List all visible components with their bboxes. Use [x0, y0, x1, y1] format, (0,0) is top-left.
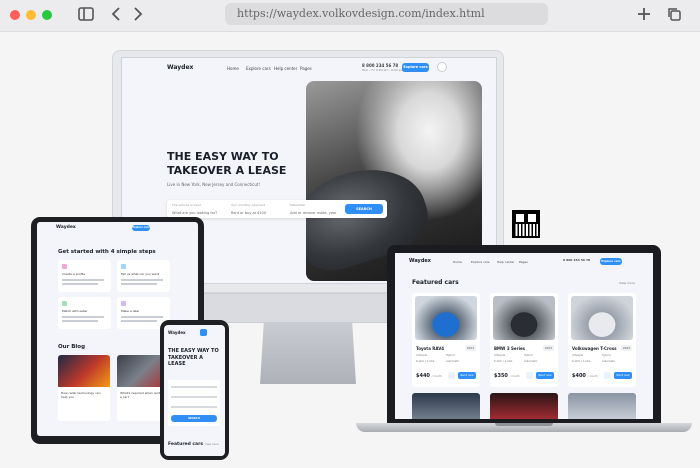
featured-title: Featured cars	[412, 279, 459, 286]
phone-search-panel: SEARCH	[168, 380, 220, 426]
laptop-logo[interactable]: Waydex	[409, 258, 431, 264]
car-card[interactable]: BMW 3 Series 2023 4 People Hybrid 6.1km …	[490, 293, 558, 387]
phone-search-button[interactable]: SEARCH	[171, 415, 217, 422]
forward-icon[interactable]	[128, 6, 148, 26]
minimize-window-button[interactable]	[26, 10, 36, 20]
search-field-type[interactable]: The vehicle is free? What are you looking…	[172, 203, 217, 215]
step-card: Match with seller	[58, 297, 111, 329]
car-card[interactable]: Volkswagen T-Cross 2023 4 People Hybrid …	[568, 293, 636, 387]
laptop-nav-home[interactable]: Home	[453, 260, 462, 264]
close-window-button[interactable]	[10, 10, 20, 20]
search-field-make[interactable]: Make/Year Add or recover make, year	[290, 203, 337, 215]
phone-hero-title: THE EASY WAY TO TAKEOVER A LEASE	[168, 348, 219, 367]
hero-subtitle: Live in New York, New Jersey and Connect…	[167, 182, 261, 187]
nav-pages[interactable]: Pages	[300, 66, 312, 71]
tablet-logo[interactable]: Waydex	[56, 225, 76, 230]
car-card-partial[interactable]	[568, 393, 636, 419]
explore-cars-button[interactable]: Explore cars	[402, 63, 429, 72]
browser-toolbar: https://waydex.volkovdesign.com/index.ht…	[0, 0, 700, 32]
favorite-icon[interactable]	[448, 372, 455, 379]
rent-now-button[interactable]: Rent now	[458, 372, 476, 379]
search-field-payment[interactable]: Your monthly payment Rent or buy at $100	[231, 203, 266, 215]
phone-featured-title: Featured cars	[168, 442, 203, 447]
car-card-partial[interactable]	[490, 393, 558, 419]
monitor-stand	[260, 322, 356, 384]
blog-card[interactable]: How radar technology can help you	[58, 355, 110, 421]
rent-now-button[interactable]: Rent now	[614, 372, 632, 379]
laptop-notch	[495, 423, 553, 426]
search-panel: The vehicle is free? What are you looking…	[167, 200, 387, 218]
blog-title: Our Blog	[58, 344, 86, 350]
tab-overview-icon[interactable]	[664, 6, 684, 26]
qr-code	[512, 210, 540, 238]
step-card: Create a profile	[58, 260, 111, 292]
step-card: Tell us what car you want	[117, 260, 170, 292]
laptop-nav-explore[interactable]: Explore cars	[471, 260, 490, 264]
rent-now-button[interactable]: Rent now	[536, 372, 554, 379]
header-hours: Mon - Fri 9:00 am - 6:00 pm	[362, 68, 404, 72]
user-icon[interactable]	[437, 62, 447, 72]
nav-home[interactable]: Home	[227, 66, 239, 71]
menu-icon[interactable]	[200, 329, 207, 336]
site-logo[interactable]: Waydex	[167, 64, 193, 71]
view-more-link[interactable]: View more	[619, 281, 635, 285]
sidebar-toggle-icon[interactable]	[76, 6, 96, 26]
laptop-nav-pages[interactable]: Pages	[519, 260, 528, 264]
car-image	[493, 296, 555, 340]
address-bar[interactable]: https://waydex.volkovdesign.com/index.ht…	[225, 3, 548, 25]
tablet-cta-button[interactable]: Explore cars	[132, 225, 150, 231]
maximize-window-button[interactable]	[42, 10, 52, 20]
car-card[interactable]: Toyota RAV4 2023 4 People Hybrid 6.1km /…	[412, 293, 480, 387]
nav-explore[interactable]: Explore cars	[246, 66, 271, 71]
back-icon[interactable]	[106, 6, 126, 26]
hero-title: THE EASY WAY TO TAKEOVER A LEASE	[167, 150, 287, 177]
phone-logo[interactable]: Waydex	[168, 330, 186, 335]
nav-help[interactable]: Help center	[274, 66, 297, 71]
new-tab-icon[interactable]	[634, 6, 654, 26]
search-button[interactable]: SEARCH	[345, 204, 383, 214]
laptop-nav-help[interactable]: Help center	[497, 260, 514, 264]
phone-screen: Waydex THE EASY WAY TO TAKEOVER A LEASE …	[164, 325, 225, 456]
phone-view-more-link[interactable]: View more	[205, 443, 219, 446]
laptop-screen: Waydex Home Explore cars Help center Pag…	[395, 253, 653, 419]
car-image	[571, 296, 633, 340]
car-image	[415, 296, 477, 340]
laptop-cta-button[interactable]: Explore cars	[600, 258, 622, 265]
favorite-icon[interactable]	[526, 372, 533, 379]
steps-title: Get started with 4 simple steps	[58, 249, 156, 255]
favorite-icon[interactable]	[604, 372, 611, 379]
laptop-phone[interactable]: 8 800 234 56 78	[563, 258, 590, 262]
car-card-partial[interactable]	[412, 393, 480, 419]
